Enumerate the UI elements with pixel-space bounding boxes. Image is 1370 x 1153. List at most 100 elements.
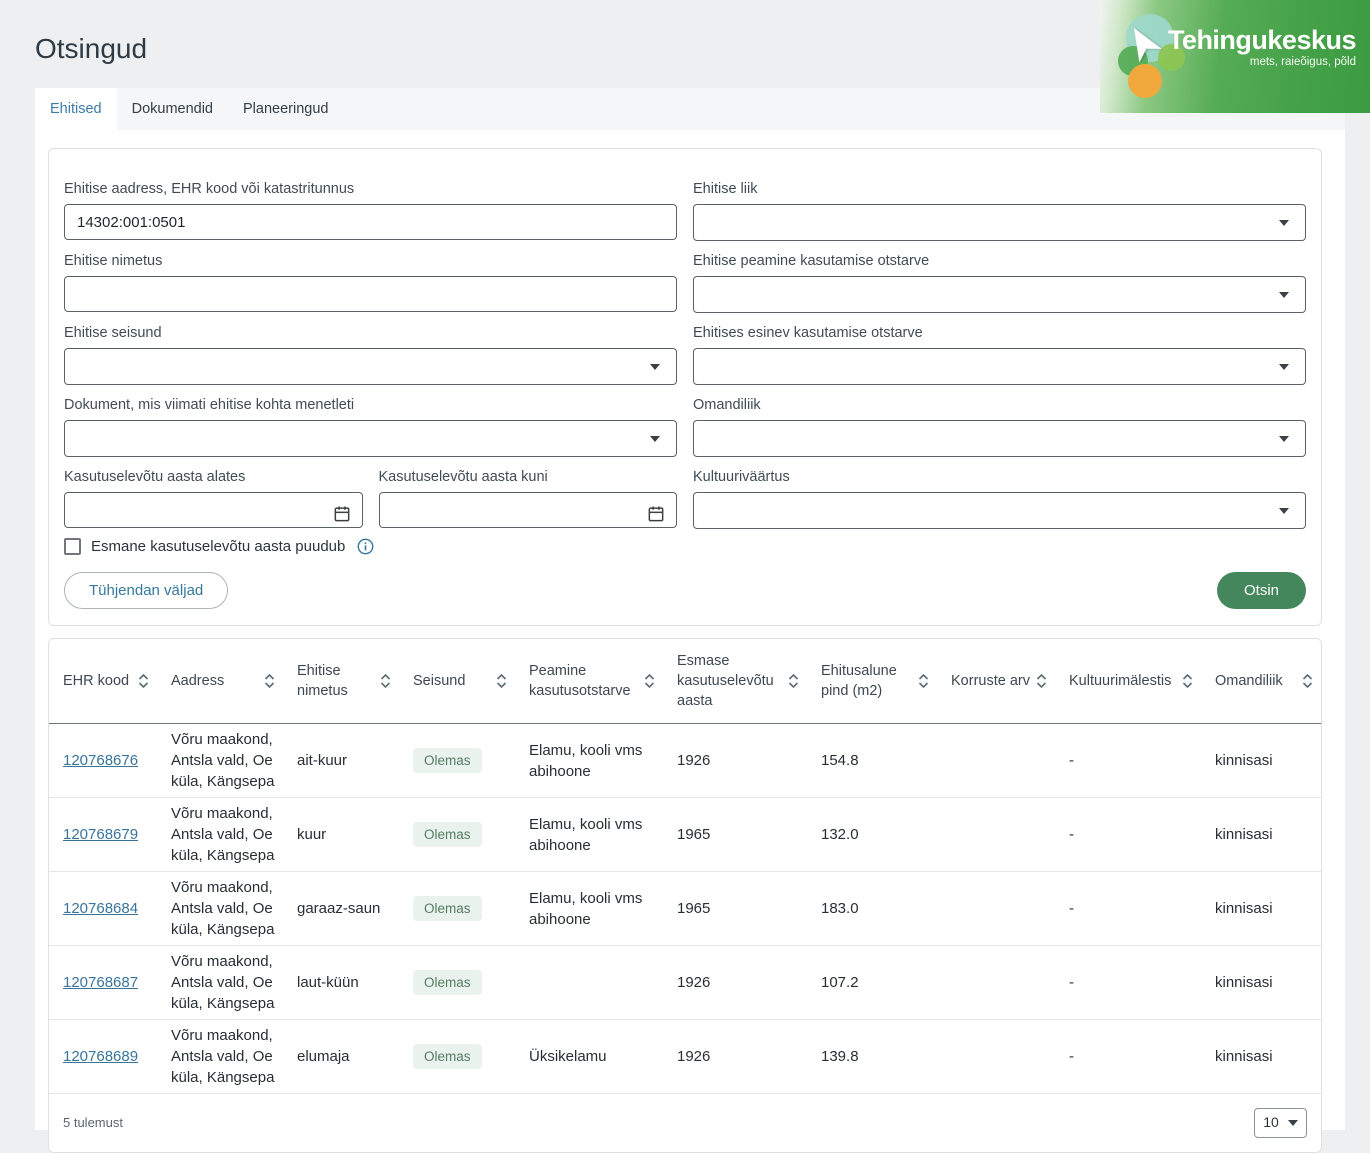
ehr-link[interactable]: 120768684 xyxy=(63,900,138,917)
cell-nimetus: elumaja xyxy=(283,1020,399,1094)
cell-otstarve: Elamu, kooli vms abihoone xyxy=(515,724,663,798)
cell-malestis: - xyxy=(1055,724,1201,798)
dropdown-caret-icon xyxy=(1279,364,1289,370)
cell-korrused xyxy=(937,724,1055,798)
field-nimetus-label: Ehitise nimetus xyxy=(64,253,677,269)
cell-otstarve xyxy=(515,946,663,1020)
cell-otstarve: Elamu, kooli vms abihoone xyxy=(515,798,663,872)
info-icon[interactable] xyxy=(357,538,374,555)
cell-malestis: - xyxy=(1055,872,1201,946)
brand-name: Tehingukeskus xyxy=(1168,26,1356,55)
cell-nimetus: kuur xyxy=(283,798,399,872)
sort-icon[interactable] xyxy=(1302,673,1313,689)
field-address: Ehitise aadress, EHR kood või katastritu… xyxy=(64,181,677,241)
cell-pind: 139.8 xyxy=(807,1020,937,1094)
cell-omandiliik: kinnisasi xyxy=(1201,1020,1321,1094)
calendar-icon[interactable] xyxy=(646,504,666,524)
ehr-link[interactable]: 120768679 xyxy=(63,826,138,843)
search-button[interactable]: Otsin xyxy=(1217,572,1306,609)
cell-korrused xyxy=(937,946,1055,1020)
brand-tagline: mets, raieõigus, põld xyxy=(1168,56,1356,68)
status-badge: Olemas xyxy=(413,748,482,773)
sort-icon[interactable] xyxy=(380,673,391,689)
liik-select[interactable] xyxy=(693,204,1306,241)
year-range: Kasutuselevõtu aasta alates Kasutuselevõ… xyxy=(64,469,677,529)
cell-omandiliik: kinnisasi xyxy=(1201,798,1321,872)
col-peamine-kasutusotstarve: Peamine kasutusotstarve xyxy=(515,639,663,724)
field-aasta-kuni: Kasutuselevõtu aasta kuni xyxy=(379,469,678,529)
sort-icon[interactable] xyxy=(788,673,799,689)
seisund-select[interactable] xyxy=(64,348,677,385)
peamine-otstarve-select[interactable] xyxy=(693,276,1306,313)
omandiliik-select[interactable] xyxy=(693,420,1306,457)
sort-icon[interactable] xyxy=(496,673,507,689)
sort-icon[interactable] xyxy=(918,673,929,689)
cell-malestis: - xyxy=(1055,946,1201,1020)
tab-ehitised[interactable]: Ehitised xyxy=(35,88,117,130)
aasta-alates-input[interactable] xyxy=(64,492,363,528)
table-header-row: EHR kood Aadress Ehitise nimetus Seisund… xyxy=(49,639,1321,724)
col-ehitise-nimetus: Ehitise nimetus xyxy=(283,639,399,724)
cell-korrused xyxy=(937,1020,1055,1094)
sort-icon[interactable] xyxy=(138,673,149,689)
cell-aasta: 1965 xyxy=(663,798,807,872)
field-dokument: Dokument, mis viimati ehitise kohta mene… xyxy=(64,397,677,457)
cell-aasta: 1926 xyxy=(663,1020,807,1094)
cell-aadress: Võru maakond, Antsla vald, Oe küla, Käng… xyxy=(157,798,283,872)
col-omandiliik: Omandiliik xyxy=(1201,639,1321,724)
tab-planeeringud[interactable]: Planeeringud xyxy=(228,88,343,130)
cell-korrused xyxy=(937,872,1055,946)
sort-icon[interactable] xyxy=(1036,673,1047,689)
dropdown-caret-icon xyxy=(1279,436,1289,442)
field-address-label: Ehitise aadress, EHR kood või katastritu… xyxy=(64,181,677,197)
status-badge: Olemas xyxy=(413,822,482,847)
cell-nimetus: ait-kuur xyxy=(283,724,399,798)
aasta-kuni-input[interactable] xyxy=(379,492,678,528)
cell-otstarve: Üksikelamu xyxy=(515,1020,663,1094)
cell-malestis: - xyxy=(1055,1020,1201,1094)
dropdown-caret-icon xyxy=(1279,220,1289,226)
field-seisund: Ehitise seisund xyxy=(64,325,677,385)
col-korruste-arv: Korruste arv xyxy=(937,639,1055,724)
field-nimetus: Ehitise nimetus xyxy=(64,253,677,313)
kultuurivaartus-select[interactable] xyxy=(693,492,1306,529)
field-dokument-label: Dokument, mis viimati ehitise kohta mene… xyxy=(64,397,677,413)
cell-aasta: 1926 xyxy=(663,946,807,1020)
form-actions: Tühjendan väljad Otsin xyxy=(64,572,1306,609)
sort-icon[interactable] xyxy=(644,673,655,689)
field-liik: Ehitise liik xyxy=(693,181,1306,241)
sort-icon[interactable] xyxy=(1182,673,1193,689)
esinev-otstarve-select[interactable] xyxy=(693,348,1306,385)
field-omandiliik-label: Omandiliik xyxy=(693,397,1306,413)
ehr-link[interactable]: 120768676 xyxy=(63,752,138,769)
ehr-link[interactable]: 120768689 xyxy=(63,1048,138,1065)
dropdown-caret-icon xyxy=(650,436,660,442)
col-ehr-kood: EHR kood xyxy=(49,639,157,724)
clear-fields-button[interactable]: Tühjendan väljad xyxy=(64,572,228,609)
status-badge: Olemas xyxy=(413,896,482,921)
page-size-value: 10 xyxy=(1263,1112,1279,1133)
address-input[interactable] xyxy=(64,204,677,240)
tab-dokumendid[interactable]: Dokumendid xyxy=(117,88,228,130)
nimetus-input[interactable] xyxy=(64,276,677,312)
results-count: 5 tulemust xyxy=(63,1112,123,1133)
cell-aasta: 1926 xyxy=(663,724,807,798)
field-peamine-otstarve: Ehitise peamine kasutamise otstarve xyxy=(693,253,1306,313)
field-omandiliik: Omandiliik xyxy=(693,397,1306,457)
dokument-select[interactable] xyxy=(64,420,677,457)
field-liik-label: Ehitise liik xyxy=(693,181,1306,197)
brand-banner: Tehingukeskus mets, raieõigus, põld xyxy=(1100,0,1370,113)
cell-omandiliik: kinnisasi xyxy=(1201,872,1321,946)
table-row: 120768679 Võru maakond, Antsla vald, Oe … xyxy=(49,798,1321,872)
cell-aadress: Võru maakond, Antsla vald, Oe küla, Käng… xyxy=(157,946,283,1020)
page-size-select[interactable]: 10 xyxy=(1254,1108,1307,1138)
ehr-link[interactable]: 120768687 xyxy=(63,974,138,991)
cell-omandiliik: kinnisasi xyxy=(1201,724,1321,798)
field-esinev-otstarve: Ehitises esinev kasutamise otstarve xyxy=(693,325,1306,385)
sort-icon[interactable] xyxy=(264,673,275,689)
esmane-puudub-checkbox[interactable] xyxy=(64,538,81,555)
dropdown-caret-icon xyxy=(1279,292,1289,298)
calendar-icon[interactable] xyxy=(332,504,352,524)
esmane-puudub-label: Esmane kasutuselevõtu aasta puudub xyxy=(91,538,345,555)
col-aadress: Aadress xyxy=(157,639,283,724)
